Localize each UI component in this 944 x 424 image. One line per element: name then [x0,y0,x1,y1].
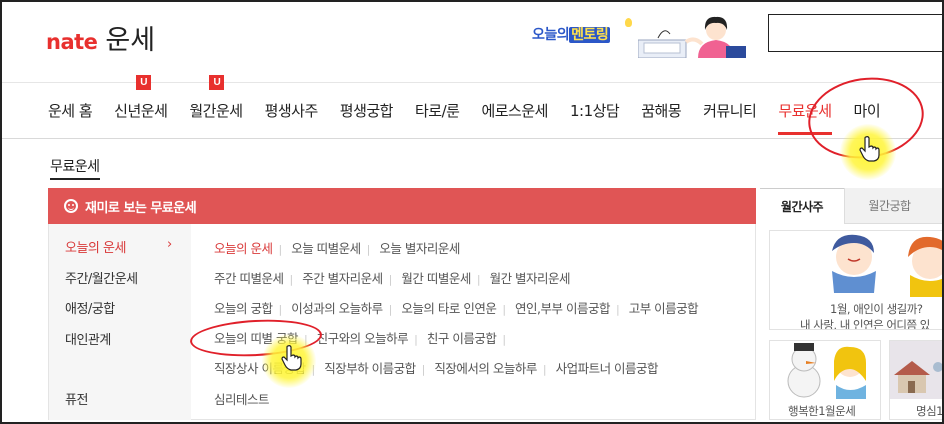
separator: | [421,363,426,376]
link-couple-name-match[interactable]: 연인,부부 이름궁합 [515,301,610,316]
hand-cursor-icon [281,345,302,371]
promo-card-happy-january[interactable]: 행복한1월운세 [769,340,881,420]
separator: | [476,273,481,286]
banner-text-a: 오늘의 [532,27,570,43]
nav-item-eros[interactable]: 에로스운세 [481,100,548,121]
link-weekly-horoscope[interactable]: 주간 별자리운세 [302,271,383,286]
promo-card-3[interactable]: 명심1 [889,340,943,420]
link-opposite-sex-today[interactable]: 이성과의 오늘하루 [291,301,383,316]
nav-item-home[interactable]: 운세 홈 [48,100,93,121]
separator: | [502,303,506,316]
nav-item-tarot[interactable]: 타로/룬 [414,100,460,121]
nav-item-consult[interactable]: 1:1상담 [569,100,620,121]
link-today-horoscope[interactable]: 오늘 별자리운세 [379,241,460,256]
link-workplace-today[interactable]: 직장에서의 오늘하루 [434,361,537,376]
nav-label: 신년운세 [114,102,168,120]
promo-card-love[interactable]: 1월, 애인이 생길까? 내 사랑, 내 인연은 어디쯤 있 [769,230,942,330]
link-row: 주간 띠별운세 | 주간 별자리운세 | 월간 띠별운세 | 월간 별자리운세 [214,268,571,287]
nav-label: 꿈해몽 [641,102,682,120]
nav-divider [2,138,942,139]
mentoring-banner[interactable]: 오늘의 멘토링 [532,12,750,60]
hand-cursor-icon [859,136,880,162]
separator: | [542,363,547,376]
separator: | [388,303,393,316]
mentor-illustration [638,16,746,58]
winter-couple-illustration [832,234,942,297]
link-weekly-zodiac-animal[interactable]: 주간 띠별운세 [214,271,284,286]
breadcrumb: 무료운세 [50,156,100,180]
link-friend-name-match[interactable]: 친구 이름궁합 [427,331,497,346]
separator: | [414,333,418,346]
smile-icon [64,199,78,213]
link-partner-name-match[interactable]: 사업파트너 이름궁합 [556,361,659,376]
link-today-tarot-love[interactable]: 오늘의 타로 인연운 [401,301,496,316]
nav-label: 타로/룬 [414,102,460,120]
panel-title: 재미로 보는 무료운세 [85,200,197,216]
card-caption: 명심1 [916,404,943,418]
browser-viewport: nate 운세 오늘의 멘토링 운세 홈 U 신년운세 U 월간운세 평생사주 평생궁… [0,0,944,424]
nav-item-new-year[interactable]: U 신년운세 [114,75,168,121]
link-today-zodiac-animal[interactable]: 오늘 띠별운세 [291,241,361,256]
right-tabs: 월간사주 월간궁합 [760,188,942,224]
separator: | [289,273,293,286]
separator: | [366,243,371,256]
snowman-girl-illustration [787,343,866,399]
panel-header: 재미로 보는 무료운세 [48,188,756,224]
nav-label: 운세 홈 [48,102,93,120]
nav-label: 월간운세 [189,102,243,120]
link-today-match[interactable]: 오늘의 궁합 [214,301,273,316]
update-badge: U [209,75,225,90]
nav-label: 에로스운세 [481,102,548,120]
category-today[interactable]: 오늘의 운세 [65,237,126,256]
tab-spacer [934,188,942,224]
chevron-right-icon: › [167,237,173,252]
nav-item-monthly[interactable]: U 월간운세 [189,75,243,121]
card-caption-line1: 1월, 애인이 생길까? [830,302,923,316]
link-monthly-horoscope[interactable]: 월간 별자리운세 [490,271,571,286]
tab-monthly-saju[interactable]: 월간사주 [760,188,844,224]
link-psych-test[interactable]: 심리테스트 [214,392,270,407]
nav-item-lifetime-saju[interactable]: 평생사주 [264,100,319,121]
link-friend-today[interactable]: 친구와의 오늘하루 [317,331,409,346]
category-relations[interactable]: 대인관계 [65,329,111,348]
separator: | [388,273,393,286]
card-caption-line2: 내 사랑, 내 인연은 어디쯤 있 [800,318,930,330]
logo-title: 운세 [105,25,156,56]
link-inlaw-name-match[interactable]: 고부 이름궁합 [629,301,699,316]
category-fusion[interactable]: 퓨전 [65,389,88,408]
tab-monthly-match[interactable]: 월간궁합 [844,188,934,224]
nav-item-community[interactable]: 커뮤니티 [703,100,757,121]
category-sidebar: 오늘의 운세 › 주간/월간운세 애정/궁합 대인관계 퓨전 [49,224,191,420]
separator: | [278,243,282,256]
separator: | [278,303,282,316]
update-badge: U [136,75,152,90]
banner-text: 오늘의 멘토링 [532,24,611,44]
separator: | [615,303,620,316]
link-today-fortune[interactable]: 오늘의 운세 [214,241,273,256]
nav-item-lifetime-match[interactable]: 평생궁합 [339,100,394,121]
link-row: 오늘의 운세 | 오늘 띠별운세 | 오늘 별자리운세 [214,238,460,257]
link-row: 심리테스트 [214,389,270,408]
link-monthly-zodiac-animal[interactable]: 월간 띠별운세 [401,271,471,286]
category-love-match[interactable]: 애정/궁합 [65,298,115,317]
link-row: 오늘의 궁합 | 이성과의 오늘하루 | 오늘의 타로 인연운 | 연인,부부 이름궁… [214,298,699,317]
nav-item-dream[interactable]: 꿈해몽 [641,100,681,121]
nav-label: 평생궁합 [339,102,394,120]
nav-label: 1:1상담 [569,102,620,120]
separator: | [502,333,506,346]
search-input[interactable] [768,14,942,52]
category-weekly-monthly[interactable]: 주간/월간운세 [65,268,138,287]
logo-brand: nate [46,30,98,54]
nav-label: 평생사주 [264,102,319,120]
card-caption: 행복한1월운세 [788,404,856,418]
link-subordinate-name-match[interactable]: 직장부하 이름궁합 [324,361,416,376]
banner-text-b: 멘토링 [569,27,611,43]
lightbulb-icon [625,18,632,27]
nate-unse-logo[interactable]: nate 운세 [46,18,155,57]
nav-label: 커뮤니티 [703,102,757,120]
main-nav: 운세 홈 U 신년운세 U 월간운세 평생사주 평생궁합 타로/룬 에로스운세 1:… [48,75,902,135]
snow-house-illustration [890,341,942,399]
